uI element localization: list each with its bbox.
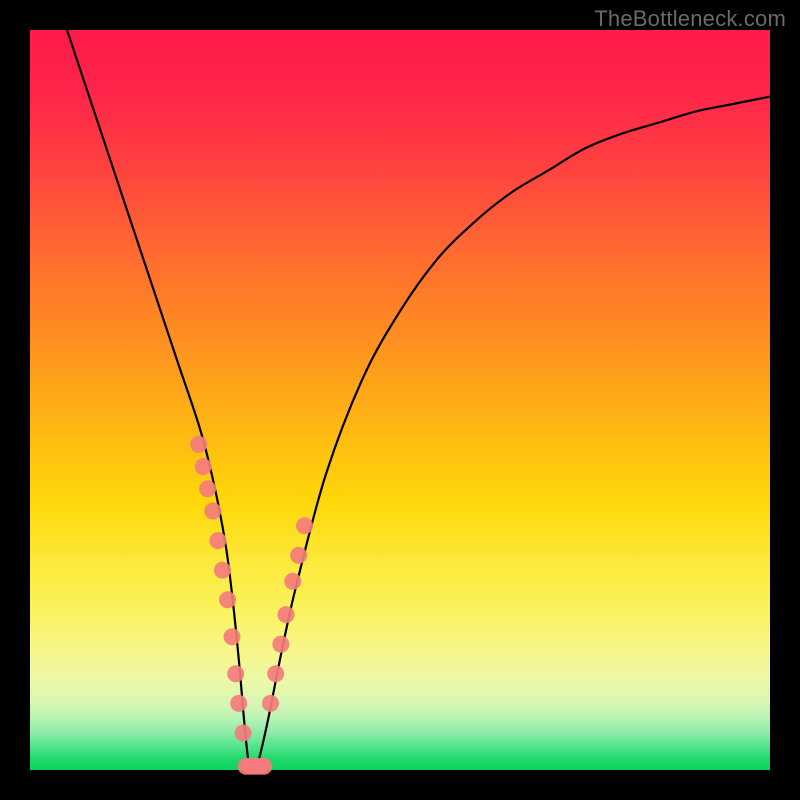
- data-marker: [272, 636, 289, 653]
- chart-svg: [30, 30, 770, 770]
- watermark-label: TheBottleneck.com: [594, 6, 786, 32]
- data-marker: [290, 547, 307, 564]
- data-marker: [227, 665, 244, 682]
- chart-plot-area: [30, 30, 770, 770]
- data-marker: [267, 665, 284, 682]
- data-marker: [199, 480, 216, 497]
- data-marker: [209, 532, 226, 549]
- data-marker: [278, 606, 295, 623]
- data-marker: [262, 695, 279, 712]
- data-marker: [224, 628, 241, 645]
- data-marker: [219, 591, 236, 608]
- data-marker: [230, 695, 247, 712]
- data-marker: [255, 758, 272, 775]
- data-marker: [195, 458, 212, 475]
- data-marker: [204, 503, 221, 520]
- data-marker: [296, 517, 313, 534]
- data-marker: [190, 436, 207, 453]
- data-marker: [235, 725, 252, 742]
- bottleneck-curve: [67, 30, 770, 776]
- data-marker: [284, 573, 301, 590]
- data-marker: [214, 562, 231, 579]
- marker-group: [190, 436, 313, 775]
